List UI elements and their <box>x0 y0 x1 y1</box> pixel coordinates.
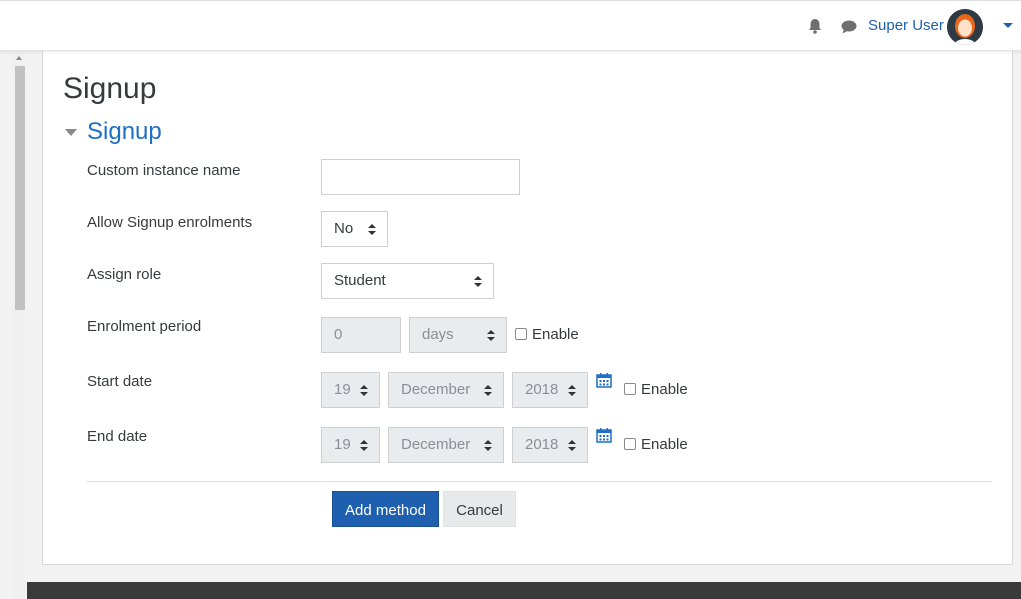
end-date-label: End date <box>87 428 148 445</box>
section-title[interactable]: Signup <box>87 118 162 146</box>
calendar-icon[interactable] <box>596 372 612 388</box>
end-month-select[interactable]: December <box>388 427 504 463</box>
chat-icon[interactable] <box>840 18 858 36</box>
instance-name-label: Custom instance name <box>87 162 241 179</box>
allow-enrolments-select[interactable]: No <box>321 211 388 247</box>
enrolment-period-label: Enrolment period <box>87 318 202 335</box>
allow-enrolments-value: No <box>334 220 354 237</box>
select-arrows-icon <box>568 440 576 451</box>
end-day-select[interactable]: 19 <box>321 427 380 463</box>
page-footer <box>27 582 1021 599</box>
avatar[interactable] <box>947 9 983 45</box>
select-arrows-icon <box>360 440 368 451</box>
page-scrollbar[interactable] <box>13 51 25 599</box>
collapse-toggle-icon[interactable] <box>65 129 77 136</box>
start-month-select[interactable]: December <box>388 372 504 408</box>
start-month-value: December <box>401 381 471 398</box>
select-arrows-icon <box>568 385 576 396</box>
end-month-value: December <box>401 436 471 453</box>
select-arrows-icon <box>368 224 376 235</box>
start-year-select[interactable]: 2018 <box>512 372 588 408</box>
start-day-select[interactable]: 19 <box>321 372 380 408</box>
select-arrows-icon <box>484 440 492 451</box>
select-arrows-icon <box>487 330 495 341</box>
top-navbar: Super User <box>0 0 1021 51</box>
start-date-enable-checkbox[interactable] <box>624 383 636 395</box>
user-menu-name[interactable]: Super User <box>868 17 944 34</box>
start-day-value: 19 <box>334 381 351 398</box>
end-year-value: 2018 <box>525 436 559 453</box>
allow-enrolments-label: Allow Signup enrolments <box>87 214 253 231</box>
scrollbar-thumb[interactable] <box>15 66 25 310</box>
cancel-button[interactable]: Cancel <box>443 491 516 527</box>
instance-name-input[interactable] <box>321 159 520 195</box>
enrolment-period-unit: days <box>422 326 454 343</box>
enrolment-period-enable-label[interactable]: Enable <box>532 326 579 343</box>
chevron-down-icon[interactable] <box>1003 23 1013 28</box>
add-method-button[interactable]: Add method <box>332 491 439 527</box>
assign-role-value: Student <box>334 272 386 289</box>
enrolment-period-input[interactable]: 0 <box>321 317 401 353</box>
select-arrows-icon <box>360 385 368 396</box>
select-arrows-icon <box>484 385 492 396</box>
enrolment-period-unit-select[interactable]: days <box>409 317 507 353</box>
end-day-value: 19 <box>334 436 351 453</box>
assign-role-label: Assign role <box>87 266 162 283</box>
start-date-label: Start date <box>87 373 153 390</box>
assign-role-select[interactable]: Student <box>321 263 494 299</box>
calendar-icon[interactable] <box>596 427 612 443</box>
form-divider <box>87 481 992 482</box>
bell-icon[interactable] <box>806 17 824 35</box>
main-card <box>42 51 1013 565</box>
scroll-up-arrow-icon[interactable] <box>16 56 22 60</box>
select-arrows-icon <box>474 276 482 287</box>
enrolment-period-enable-checkbox[interactable] <box>515 328 527 340</box>
start-year-value: 2018 <box>525 381 559 398</box>
end-year-select[interactable]: 2018 <box>512 427 588 463</box>
page-title: Signup <box>63 72 157 105</box>
user-avatar-icon <box>947 9 983 45</box>
start-date-enable-label[interactable]: Enable <box>641 381 688 398</box>
end-date-enable-label[interactable]: Enable <box>641 436 688 453</box>
end-date-enable-checkbox[interactable] <box>624 438 636 450</box>
enrolment-period-value: 0 <box>334 326 343 343</box>
